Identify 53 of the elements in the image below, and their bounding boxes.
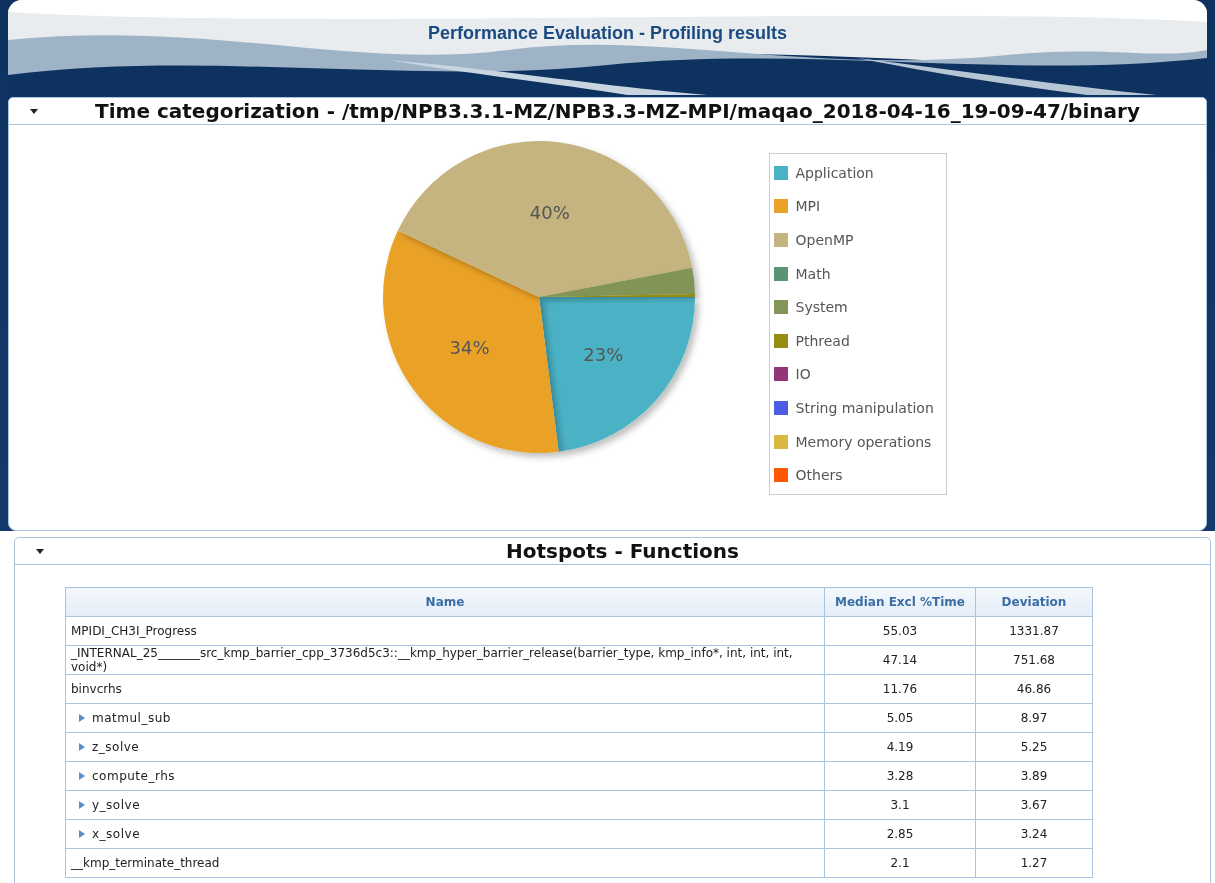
caret-icon[interactable]: [35, 546, 45, 556]
legend-label: Application: [795, 164, 874, 181]
table-cell: y_solve: [92, 798, 140, 812]
legend-label: Others: [795, 467, 843, 484]
table-cell: __kmp_terminate_thread: [71, 856, 220, 870]
table-cell: 3.67: [1020, 798, 1048, 812]
legend-label: MPI: [795, 198, 821, 215]
table-cell: matmul_sub: [92, 711, 171, 725]
expand-icon[interactable]: [79, 830, 85, 838]
table-cell: 3.89: [1020, 769, 1048, 783]
column-header[interactable]: Name: [65, 587, 825, 617]
page-title: Performance Evaluation - Profiling results: [426, 22, 789, 44]
table-cell: 4.19: [886, 740, 914, 754]
slice-label: 23%: [582, 343, 623, 365]
legend-label: System: [795, 299, 848, 316]
column-header[interactable]: Median Excl %Time: [824, 587, 976, 617]
legend-label: String manipulation: [795, 399, 934, 416]
expand-icon[interactable]: [79, 772, 85, 780]
legend-label: Pthread: [795, 332, 850, 349]
slice-label: 34%: [449, 337, 490, 359]
legend-label: IO: [795, 366, 811, 383]
expand-icon[interactable]: [79, 743, 85, 751]
legend-label: OpenMP: [795, 232, 854, 248]
table-cell: 47.14: [882, 653, 918, 667]
table-cell: 2.85: [886, 827, 914, 841]
legend-label: Memory operations: [795, 433, 932, 450]
table-cell: compute_rhs: [92, 769, 176, 783]
section-title: Time categorization - /tmp/NPB3.3.1-MZ/NPB3.3-MZ-MPI/maqao_2018-04-16_19-09-47/binary: [94, 99, 1141, 123]
expand-icon[interactable]: [79, 801, 85, 809]
table-cell: 8.97: [1020, 711, 1048, 725]
table-cell: 3.24: [1020, 827, 1048, 841]
expand-icon[interactable]: [79, 714, 85, 722]
table-cell: 3.28: [886, 769, 914, 783]
table-cell: 11.76: [882, 682, 918, 696]
table-cell: 5.05: [886, 711, 914, 725]
table-cell: MPIDI_CH3I_Progress: [71, 624, 197, 638]
table-cell: 46.86: [1016, 682, 1052, 696]
table-cell: 55.03: [882, 624, 918, 638]
table-cell: binvcrhs: [71, 682, 122, 696]
table-cell: 1331.87: [1009, 624, 1059, 638]
table-cell: 5.25: [1020, 740, 1048, 754]
slice-label: 40%: [529, 201, 570, 223]
column-header[interactable]: Deviation: [975, 587, 1093, 617]
table-cell: 751.68: [1013, 653, 1055, 667]
section-title: Hotspots - Functions: [505, 539, 740, 563]
table-cell: x_solve: [92, 827, 140, 841]
table-cell: z_solve: [92, 740, 140, 754]
table-cell: 3.1: [890, 798, 910, 812]
legend-label: Math: [795, 265, 831, 282]
caret-icon[interactable]: [29, 106, 39, 116]
table-cell-text: _INTERNAL_25_______src_kmp_barrier_cpp_3736d5c3::__kmp_hyper_barrier_release(barrier_type, kmp_info*, int, int, int, void*): [71, 646, 794, 674]
table-cell: 2.1: [890, 856, 910, 870]
table-cell: 1.27: [1020, 856, 1048, 870]
